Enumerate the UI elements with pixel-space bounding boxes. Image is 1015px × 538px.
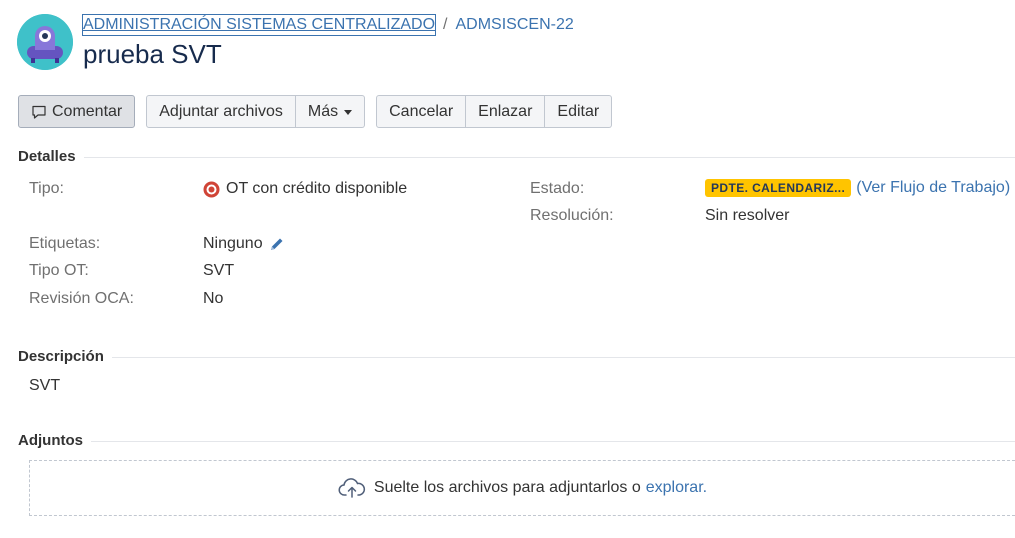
- issue-title[interactable]: prueba SVT: [83, 38, 222, 70]
- revision-oca-value: No: [203, 290, 224, 307]
- description-heading-text: Descripción: [18, 348, 104, 365]
- revision-oca-label: Revisión OCA:: [29, 290, 134, 307]
- pencil-edit-icon[interactable]: [269, 236, 285, 252]
- attach-more-group: Adjuntar archivos Más: [146, 95, 366, 128]
- etiquetas-value-text: Ninguno: [203, 235, 263, 252]
- estado-label: Estado:: [530, 180, 585, 197]
- resolucion-label: Resolución:: [530, 207, 614, 224]
- attachments-section-heading[interactable]: Adjuntos: [18, 432, 1015, 450]
- tipo-value: OT con crédito disponible: [203, 179, 407, 199]
- breadcrumb-project-link[interactable]: ADMINISTRACIÓN SISTEMAS CENTRALIZADO: [81, 14, 437, 36]
- comment-button[interactable]: Comentar: [18, 95, 136, 128]
- estado-value: PDTE. CALENDARIZ... ( Ver Flujo de Traba…: [705, 178, 1010, 198]
- cloud-upload-icon: [338, 477, 366, 499]
- comment-group: Comentar: [18, 95, 136, 128]
- breadcrumb-separator: /: [443, 16, 448, 33]
- cancel-button[interactable]: Cancelar: [376, 95, 467, 128]
- tipo-value-text: OT con crédito disponible: [226, 180, 408, 197]
- attach-files-button[interactable]: Adjuntar archivos: [146, 95, 296, 128]
- comment-button-label: Comentar: [52, 102, 123, 120]
- project-avatar-icon: [17, 14, 73, 70]
- tipo-label: Tipo:: [29, 180, 64, 197]
- tipo-ot-label: Tipo OT:: [29, 262, 89, 279]
- description-text[interactable]: SVT: [29, 376, 60, 396]
- dropzone-text: Suelte los archivos para adjuntarlos o: [373, 479, 641, 496]
- view-workflow-link[interactable]: Ver Flujo de Trabajo: [862, 178, 1005, 198]
- attachments-heading-text: Adjuntos: [18, 432, 83, 449]
- details-section-heading[interactable]: Detalles: [18, 148, 1015, 166]
- tipo-ot-value: SVT: [203, 262, 235, 279]
- breadcrumb: ADMINISTRACIÓN SISTEMAS CENTRALIZADO / A…: [81, 14, 574, 36]
- speech-bubble-icon: [31, 104, 47, 120]
- description-section-heading[interactable]: Descripción: [18, 348, 1015, 366]
- more-button-label: Más: [307, 102, 339, 120]
- edit-button[interactable]: Editar: [545, 95, 613, 128]
- status-lozenge[interactable]: PDTE. CALENDARIZ...: [705, 179, 852, 197]
- etiquetas-label: Etiquetas:: [29, 235, 101, 252]
- project-avatar[interactable]: [17, 14, 73, 70]
- attachment-dropzone[interactable]: Suelte los archivos para adjuntarlos o e…: [29, 460, 1015, 516]
- resolucion-value: Sin resolver: [705, 207, 790, 224]
- workflow-group: Cancelar Enlazar Editar: [376, 95, 613, 128]
- workflow-paren-close: ): [1004, 179, 1011, 196]
- details-divider: [83, 156, 1015, 158]
- issue-view: ADMINISTRACIÓN SISTEMAS CENTRALIZADO / A…: [0, 0, 1015, 538]
- target-icon: [203, 181, 220, 198]
- description-divider: [111, 356, 1015, 358]
- more-dropdown-button[interactable]: Más: [295, 95, 366, 128]
- breadcrumb-issue-key-link[interactable]: ADMSISCEN-22: [456, 15, 574, 35]
- details-heading-text: Detalles: [18, 148, 76, 165]
- attachments-divider: [91, 440, 1015, 442]
- browse-link[interactable]: explorar.: [646, 479, 707, 497]
- etiquetas-value: Ninguno: [203, 234, 285, 254]
- caret-down-icon: [344, 110, 353, 115]
- link-button[interactable]: Enlazar: [466, 95, 546, 128]
- issue-toolbar: Comentar Adjuntar archivos Más Cancelar …: [18, 95, 623, 128]
